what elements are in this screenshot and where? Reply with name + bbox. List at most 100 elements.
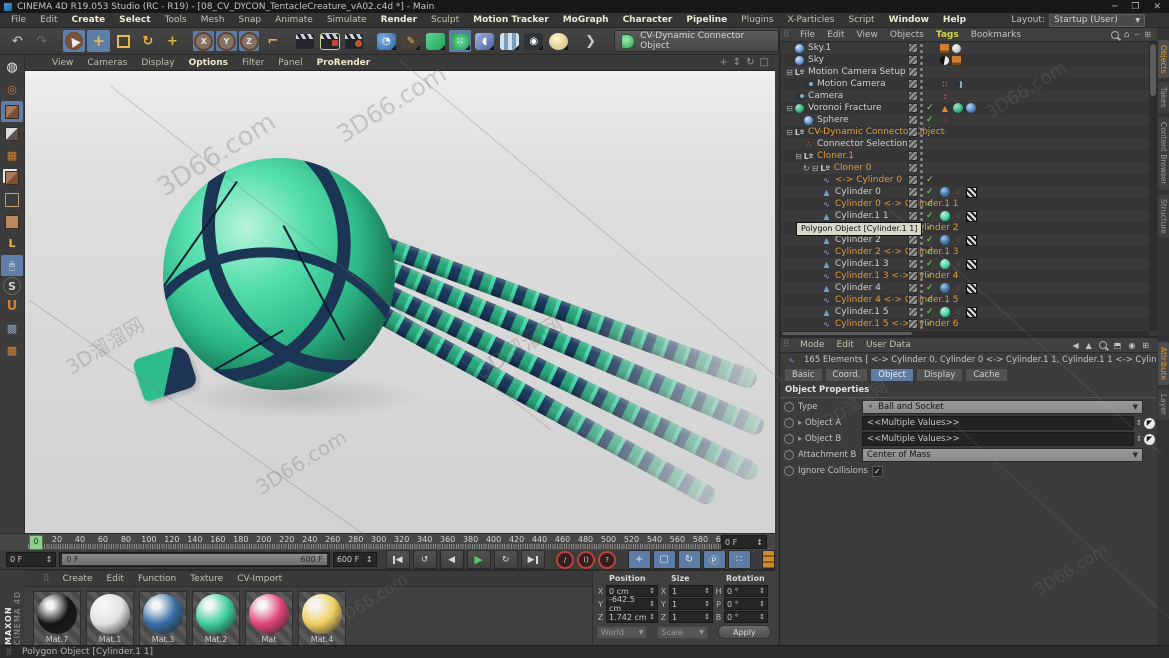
checker-tag-icon[interactable]: [966, 187, 977, 198]
move-tool-button[interactable]: +: [87, 30, 110, 52]
expander-icon[interactable]: ⊟: [785, 104, 794, 113]
layer-color-box[interactable]: [908, 139, 918, 149]
anim-dot-icon[interactable]: [784, 466, 794, 476]
rotation-p-field[interactable]: 0 °↕: [724, 598, 768, 610]
om-expand-icon[interactable]: ⊞: [1144, 30, 1151, 39]
matteal-tag-icon[interactable]: [940, 259, 950, 269]
object-label[interactable]: Voronoi Fracture: [808, 103, 882, 113]
axis-mode-icon[interactable]: L: [1, 233, 23, 254]
enabled-check-icon[interactable]: ✓: [926, 283, 934, 293]
om-menu-bookmarks[interactable]: Bookmarks: [965, 30, 1027, 40]
mograph-cloner-button[interactable]: ∷: [449, 30, 472, 52]
dynamic-workplane-icon[interactable]: ▩: [1, 340, 23, 361]
playhead[interactable]: 0: [29, 535, 43, 550]
side-tab-layer[interactable]: Layer: [1158, 389, 1169, 420]
matwhite-tag-icon[interactable]: [952, 44, 961, 53]
visibility-dots-icon[interactable]: [920, 104, 923, 113]
visibility-dots-icon[interactable]: [920, 284, 923, 293]
position-y-field[interactable]: -642.5 cm↕: [606, 598, 658, 610]
preview-range-slider[interactable]: 0 F600 F: [59, 552, 330, 567]
maximize-button[interactable]: ❐: [1131, 2, 1139, 12]
scale-tool-button[interactable]: [112, 30, 135, 52]
side-tab-takes[interactable]: Takes: [1158, 82, 1169, 113]
film-tag-icon[interactable]: [952, 56, 961, 65]
odots-tag-icon[interactable]: ⁖: [953, 307, 963, 317]
am-back-icon[interactable]: ◀: [1072, 341, 1078, 350]
play-backwards-button[interactable]: ↺: [413, 550, 437, 569]
material-swatch[interactable]: Mat: [245, 591, 293, 649]
object-row[interactable]: ▲Cylinder 0✓⁖: [780, 186, 1149, 198]
menu-tools[interactable]: Tools: [158, 15, 194, 25]
am-menu-user-data[interactable]: User Data: [860, 340, 917, 350]
menu-snap[interactable]: Snap: [231, 15, 268, 25]
enabled-check-icon[interactable]: ✓: [926, 271, 934, 281]
visibility-dots-icon[interactable]: [920, 92, 923, 101]
object-label[interactable]: Motion Camera Setup: [808, 67, 906, 77]
enabled-check-icon[interactable]: ✓: [926, 187, 934, 197]
anim-dot-icon[interactable]: [784, 434, 794, 444]
keyframe-selection-button[interactable]: ?: [598, 551, 617, 568]
object-row[interactable]: ∿Cylinder.1 5 <-> Cylinder 6✓: [780, 318, 1149, 330]
coordinate-system-button[interactable]: ⌐: [261, 30, 284, 52]
tri-tag-icon[interactable]: ▲: [940, 103, 950, 113]
am-up-icon[interactable]: ▲: [1086, 341, 1092, 350]
visibility-dots-icon[interactable]: [920, 176, 923, 185]
enabled-check-icon[interactable]: ✓: [926, 103, 934, 113]
layer-color-box[interactable]: [908, 319, 918, 329]
am-menu-edit[interactable]: Edit: [831, 340, 860, 350]
layer-color-box[interactable]: [908, 79, 918, 89]
enabled-check-icon[interactable]: ✓: [926, 199, 934, 209]
enabled-check-icon[interactable]: ✓: [926, 319, 934, 329]
object-row[interactable]: ∴Connector Selection: [780, 138, 1149, 150]
object-label[interactable]: Cylinder 2: [835, 235, 881, 245]
am-search-icon[interactable]: [1099, 341, 1107, 349]
menu-edit[interactable]: Edit: [33, 15, 64, 25]
rotate-tool-button[interactable]: ↻: [137, 30, 160, 52]
minimize-button[interactable]: ─: [1112, 2, 1117, 12]
odots-tag-icon[interactable]: ⁖: [953, 235, 963, 245]
tab-display[interactable]: Display: [916, 368, 963, 382]
render-view-button[interactable]: [294, 30, 317, 52]
undo-button[interactable]: ↶: [6, 30, 29, 52]
menu-render[interactable]: Render: [374, 15, 424, 25]
expander-icon[interactable]: ⊟: [785, 128, 794, 137]
subdivision-surface-button[interactable]: ◔: [375, 30, 398, 52]
mat-menu-create[interactable]: Create: [56, 574, 100, 584]
object-label[interactable]: Cloner 0: [834, 163, 872, 173]
enabled-check-icon[interactable]: ✓: [926, 211, 934, 221]
object-row[interactable]: ⊟LºCV-Dynamic Connector Object⁖: [780, 126, 1149, 138]
layer-color-box[interactable]: [908, 55, 918, 65]
vp-menu-filter[interactable]: Filter: [235, 58, 271, 68]
object-label[interactable]: Camera: [808, 91, 843, 101]
odots-tag-icon[interactable]: ⁖: [953, 259, 963, 269]
vp-menu-options[interactable]: Options: [182, 58, 235, 68]
object-row[interactable]: ∿Cylinder 0 <-> Cylinder.1 1✓: [780, 198, 1149, 210]
size-z-field[interactable]: 1↕: [669, 611, 713, 623]
mat-menu-texture[interactable]: Texture: [183, 574, 230, 584]
enabled-check-icon[interactable]: ✓: [926, 295, 934, 305]
layer-color-box[interactable]: [908, 259, 918, 269]
apply-button[interactable]: Apply: [718, 625, 771, 639]
enabled-check-icon[interactable]: ✓: [926, 175, 934, 185]
layer-color-box[interactable]: [908, 235, 918, 245]
ruler-frame-field[interactable]: 0 F↕: [721, 535, 767, 549]
pick-object-icon[interactable]: ◤: [1144, 418, 1155, 429]
mat-menu-edit[interactable]: Edit: [100, 574, 131, 584]
magnet-snap-icon[interactable]: U: [1, 296, 23, 317]
cv-dynamic-connector-button[interactable]: CV-Dynamic Connector Object: [614, 30, 779, 52]
floor-button[interactable]: [498, 30, 521, 52]
key-rotation-button[interactable]: ↻: [678, 550, 701, 569]
om-menu-objects[interactable]: Objects: [884, 30, 930, 40]
vp-menu-cameras[interactable]: Cameras: [80, 58, 134, 68]
material-swatch[interactable]: Mat.3: [139, 591, 187, 649]
am-new-icon[interactable]: ⊞: [1142, 341, 1149, 350]
om-collapse-icon[interactable]: ─: [1134, 30, 1139, 39]
om-vertical-scrollbar[interactable]: [1149, 42, 1157, 331]
object-label[interactable]: Cylinder 4 <-> Cylinder.1 5: [835, 295, 959, 305]
key-position-button[interactable]: +: [628, 550, 651, 569]
layer-color-box[interactable]: [908, 247, 918, 257]
layer-color-box[interactable]: [908, 283, 918, 293]
am-lock-icon[interactable]: ⬒: [1114, 341, 1122, 350]
object-label[interactable]: Connector Selection: [817, 139, 908, 149]
odots-tag-icon[interactable]: ⁖: [953, 211, 963, 221]
